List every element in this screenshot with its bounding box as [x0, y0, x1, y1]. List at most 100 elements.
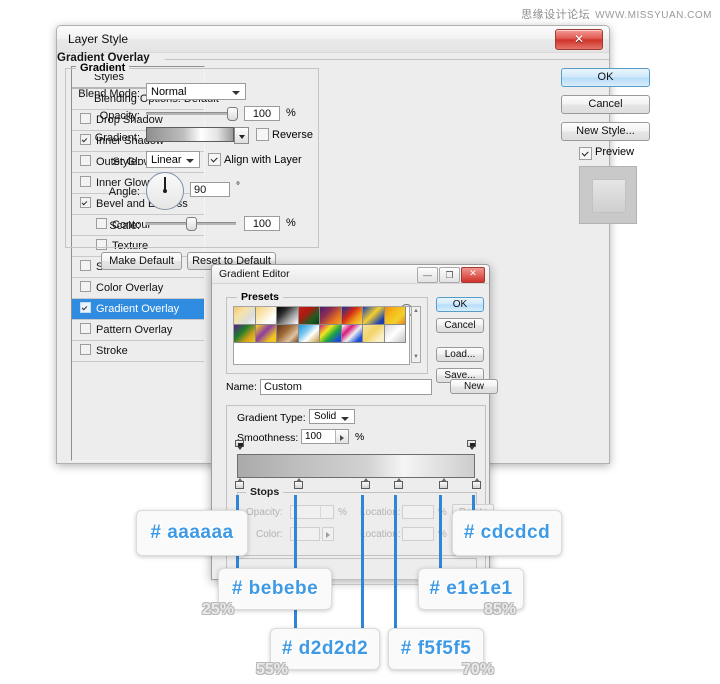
gradient-editor-close-button[interactable]: ✕ [461, 267, 485, 283]
color-stop[interactable] [439, 478, 448, 490]
smoothness-value: 100 [305, 431, 322, 442]
hex-callout: # aaaaaa [136, 510, 248, 556]
cancel-button[interactable]: Cancel [561, 95, 650, 114]
color-stop[interactable] [235, 478, 244, 490]
gradient-overlay-group: Gradient Overlay Gradient Blend Mode: No… [57, 52, 609, 271]
opacity-label: Opacity: [99, 110, 140, 122]
slider-handle[interactable] [227, 107, 238, 121]
smoothness-stepper-icon[interactable] [335, 430, 348, 443]
gradient-name-input[interactable]: Custom [260, 379, 432, 395]
ok-button[interactable]: OK [561, 68, 650, 87]
preview-thumbnail [579, 166, 637, 224]
stop-location-input-2 [402, 527, 434, 541]
preset-swatch[interactable] [255, 325, 277, 343]
preset-swatch[interactable] [363, 325, 385, 343]
sidebar-item-pattern-overlay[interactable]: Pattern Overlay [72, 320, 204, 341]
preset-swatch[interactable] [234, 307, 256, 325]
opacity-input[interactable]: 100 [244, 106, 280, 121]
stop-opacity-input [290, 505, 334, 519]
ge-new-button[interactable]: New [450, 379, 498, 394]
preset-swatch[interactable] [298, 325, 320, 343]
preset-swatch[interactable] [341, 307, 363, 325]
style-select[interactable]: Linear [146, 151, 200, 168]
preview-shape [592, 179, 626, 213]
maximize-button[interactable]: ❐ [439, 267, 460, 283]
effect-checkbox[interactable] [80, 302, 91, 313]
gradient-subgroup-title: Gradient [76, 62, 130, 74]
gradient-editor-actions: OK Cancel Load... Save... [436, 297, 484, 389]
color-stop[interactable] [361, 478, 370, 490]
percent-label: 55% [256, 661, 289, 678]
gradient-editor-body: Presets ▲ ▼ OK Cancel Load... Save... Na… [212, 283, 498, 585]
presets-group: Presets ▲ ▼ [226, 291, 428, 374]
preset-swatch[interactable] [298, 307, 320, 325]
hex-callout-text: # bebebe [231, 578, 319, 599]
sidebar-item-gradient-overlay[interactable]: Gradient Overlay [72, 299, 204, 320]
scroll-up-icon[interactable]: ▲ [412, 308, 420, 315]
close-window-button[interactable]: ✕ [555, 29, 603, 50]
preset-swatch[interactable] [384, 307, 406, 325]
preset-swatch[interactable] [277, 307, 299, 325]
scroll-down-icon[interactable]: ▼ [412, 354, 420, 361]
opacity-slider[interactable] [146, 107, 238, 121]
ge-cancel-button[interactable]: Cancel [436, 318, 484, 333]
preset-swatch[interactable] [384, 325, 406, 343]
make-default-button[interactable]: Make Default [101, 252, 182, 270]
presets-scrollbar[interactable]: ▲ ▼ [411, 306, 421, 363]
blend-mode-select[interactable]: Normal [146, 83, 246, 100]
minimize-button[interactable]: — [417, 267, 438, 283]
scale-input[interactable]: 100 [244, 216, 280, 231]
gradient-type-select[interactable]: Solid [309, 409, 355, 424]
gradient-ramp[interactable] [237, 454, 475, 478]
preset-swatch[interactable] [320, 325, 342, 343]
preset-swatch[interactable] [320, 307, 342, 325]
reverse-checkbox[interactable] [256, 128, 269, 141]
color-stop[interactable] [394, 478, 403, 490]
preset-swatch[interactable] [234, 325, 256, 343]
sidebar-item-color-overlay[interactable]: Color Overlay [72, 278, 204, 299]
new-style-button[interactable]: New Style... [561, 122, 650, 141]
gradient-label: Gradient: [94, 132, 140, 144]
effect-checkbox[interactable] [80, 323, 91, 334]
blend-mode-value: Normal [151, 86, 187, 98]
effect-checkbox[interactable] [80, 281, 91, 292]
gradient-picker-button[interactable] [234, 127, 249, 144]
effect-label: Stroke [96, 345, 128, 357]
angle-dial[interactable] [146, 172, 184, 210]
sidebar-item-stroke[interactable]: Stroke [72, 341, 204, 362]
effect-checkbox[interactable] [80, 344, 91, 355]
gradient-editor-titlebar[interactable]: Gradient Editor — ❐ ✕ [212, 265, 489, 284]
presets-grid[interactable] [233, 306, 410, 365]
stop-location-input-1 [402, 505, 434, 519]
angle-center-dot [163, 189, 167, 193]
opacity-stop[interactable] [467, 440, 476, 451]
slider-handle[interactable] [186, 217, 197, 231]
stop-body [235, 481, 244, 489]
hex-callout: # bebebe [218, 568, 332, 610]
dialog-actions: OK Cancel New Style... Preview [561, 68, 651, 224]
scale-slider[interactable] [146, 217, 236, 231]
angle-input[interactable]: 90 [190, 182, 230, 197]
layer-style-titlebar[interactable]: Layer Style ✕ [57, 26, 609, 53]
smoothness-input[interactable]: 100 [301, 429, 349, 444]
align-with-layer-checkbox[interactable] [208, 153, 221, 166]
stops-label: Stops [246, 486, 284, 498]
stop-opacity-label: Opacity: [246, 507, 283, 518]
gradient-preview-bar[interactable] [146, 127, 234, 142]
leader-line [439, 495, 442, 573]
chevron-right-icon [326, 532, 330, 538]
preview-checkbox[interactable] [579, 147, 592, 160]
leader-line [394, 495, 397, 635]
color-stop[interactable] [294, 478, 303, 490]
preset-swatch[interactable] [363, 307, 385, 325]
opacity-stop[interactable] [235, 440, 244, 451]
preset-swatch[interactable] [277, 325, 299, 343]
ge-ok-button[interactable]: OK [436, 297, 484, 312]
preset-swatch[interactable] [341, 325, 363, 343]
preset-swatch[interactable] [255, 307, 277, 325]
ge-load-button[interactable]: Load... [436, 347, 484, 362]
color-stop[interactable] [472, 478, 481, 490]
stop-opacity-unit: % [338, 507, 347, 518]
effect-checkbox[interactable] [80, 260, 91, 271]
